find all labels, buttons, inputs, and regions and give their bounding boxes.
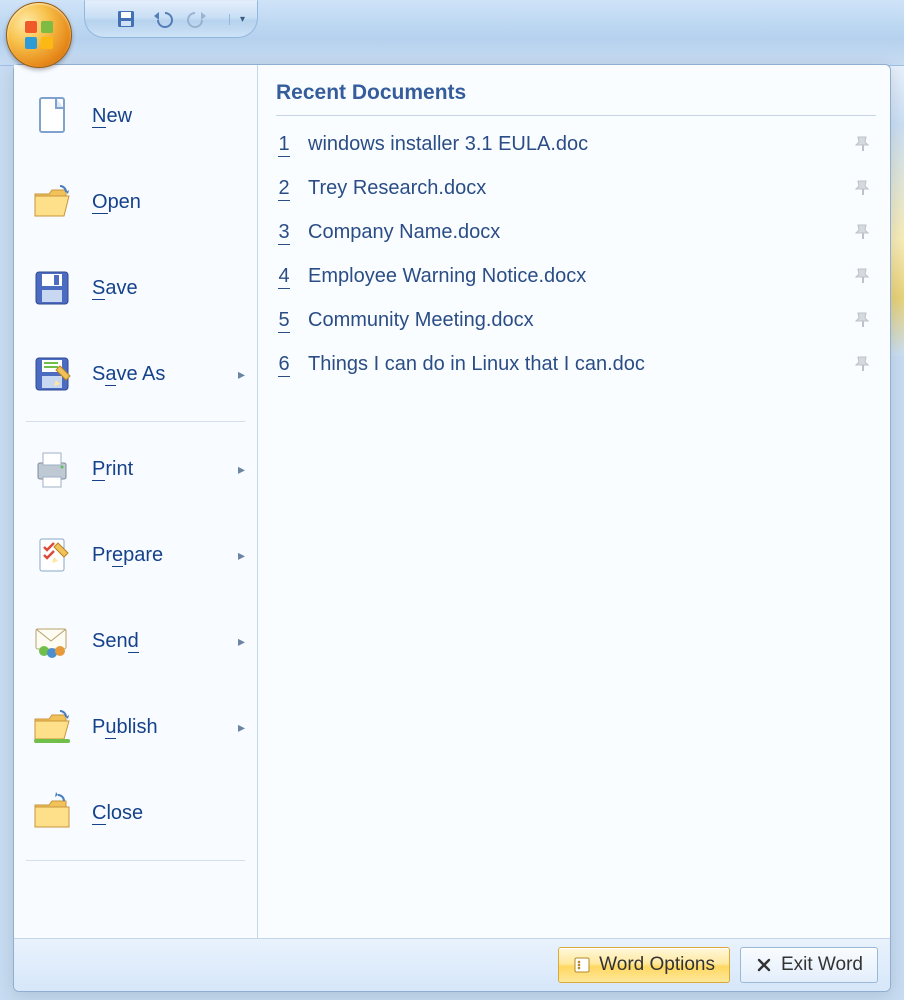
qat-customize-dropdown[interactable]: ▾: [229, 14, 245, 25]
quick-access-toolbar: ▾: [84, 0, 258, 38]
menu-item-label: Send: [92, 630, 217, 653]
exit-word-button[interactable]: Exit Word: [740, 947, 878, 983]
qat-save-button[interactable]: [115, 8, 137, 30]
recent-document-item[interactable]: 1 windows installer 3.1 EULA.doc: [276, 122, 876, 166]
recent-document-item[interactable]: 6 Things I can do in Linux that I can.doc: [276, 342, 876, 386]
recent-document-index: 4: [276, 265, 292, 288]
recent-document-name: Company Name.docx: [308, 221, 836, 244]
office-menu-commands: NewOpenSaveSave As▸Print▸Prepare▸Send▸Pu…: [14, 65, 258, 938]
recent-document-item[interactable]: 5 Community Meeting.docx: [276, 298, 876, 342]
submenu-arrow-icon: ▸: [233, 633, 245, 650]
qat-redo-button[interactable]: [187, 8, 209, 30]
new-doc-icon: [28, 92, 76, 140]
menu-item-print[interactable]: Print ▸: [16, 426, 255, 512]
menu-item-save-as[interactable]: Save As ▸: [16, 331, 255, 417]
recent-documents-title: Recent Documents: [276, 77, 876, 116]
recent-document-index: 5: [276, 309, 292, 332]
close-icon: [755, 956, 773, 974]
menu-separator: [26, 421, 245, 422]
exit-word-label: Exit Word: [781, 954, 863, 976]
menu-separator: [26, 860, 245, 861]
save-icon: [116, 9, 136, 29]
printer-icon: [28, 445, 76, 493]
recent-document-name: Community Meeting.docx: [308, 309, 836, 332]
options-icon: [573, 956, 591, 974]
word-options-label: Word Options: [599, 954, 715, 976]
office-button[interactable]: [6, 2, 72, 68]
office-menu-footer: Word Options Exit Word: [14, 939, 890, 991]
recent-document-name: Things I can do in Linux that I can.doc: [308, 353, 836, 376]
menu-item-publish[interactable]: Publish ▸: [16, 684, 255, 770]
recent-document-index: 2: [276, 177, 292, 200]
menu-item-save[interactable]: Save: [16, 245, 255, 331]
recent-document-index: 3: [276, 221, 292, 244]
submenu-arrow-icon: ▸: [233, 719, 245, 736]
recent-documents-pane: Recent Documents 1 windows installer 3.1 …: [258, 65, 890, 938]
recent-document-item[interactable]: 2 Trey Research.docx: [276, 166, 876, 210]
menu-item-send[interactable]: Send ▸: [16, 598, 255, 684]
submenu-arrow-icon: ▸: [233, 461, 245, 478]
save-as-icon: [28, 350, 76, 398]
office-menu-panel: NewOpenSaveSave As▸Print▸Prepare▸Send▸Pu…: [13, 64, 891, 992]
pin-icon[interactable]: [852, 352, 876, 376]
recent-document-item[interactable]: 4 Employee Warning Notice.docx: [276, 254, 876, 298]
recent-document-index: 6: [276, 353, 292, 376]
recent-document-name: Employee Warning Notice.docx: [308, 265, 836, 288]
menu-item-label: Print: [92, 458, 217, 481]
menu-item-label: Close: [92, 802, 245, 825]
menu-item-open[interactable]: Open: [16, 159, 255, 245]
qat-undo-button[interactable]: [151, 8, 173, 30]
prepare-icon: [28, 531, 76, 579]
menu-item-new[interactable]: New: [16, 73, 255, 159]
publish-icon: [28, 703, 76, 751]
menu-item-close[interactable]: Close: [16, 770, 255, 856]
recent-document-name: Trey Research.docx: [308, 177, 836, 200]
recent-document-name: windows installer 3.1 EULA.doc: [308, 133, 836, 156]
redo-icon: [187, 10, 209, 28]
menu-item-label: Save: [92, 277, 245, 300]
recent-document-item[interactable]: 3 Company Name.docx: [276, 210, 876, 254]
pin-icon[interactable]: [852, 220, 876, 244]
submenu-arrow-icon: ▸: [233, 366, 245, 383]
menu-item-label: New: [92, 105, 245, 128]
office-logo-icon: [19, 15, 59, 55]
open-folder-icon: [28, 178, 76, 226]
send-icon: [28, 617, 76, 665]
recent-document-index: 1: [276, 133, 292, 156]
word-options-button[interactable]: Word Options: [558, 947, 730, 983]
title-bar: ▾: [0, 0, 904, 66]
pin-icon[interactable]: [852, 308, 876, 332]
undo-icon: [151, 10, 173, 28]
menu-item-label: Prepare: [92, 544, 217, 567]
submenu-arrow-icon: ▸: [233, 547, 245, 564]
menu-item-label: Save As: [92, 363, 217, 386]
menu-item-label: Publish: [92, 716, 217, 739]
pin-icon[interactable]: [852, 264, 876, 288]
menu-item-label: Open: [92, 191, 245, 214]
save-floppy-icon: [28, 264, 76, 312]
menu-item-prepare[interactable]: Prepare ▸: [16, 512, 255, 598]
pin-icon[interactable]: [852, 132, 876, 156]
close-folder-icon: [28, 789, 76, 837]
pin-icon[interactable]: [852, 176, 876, 200]
